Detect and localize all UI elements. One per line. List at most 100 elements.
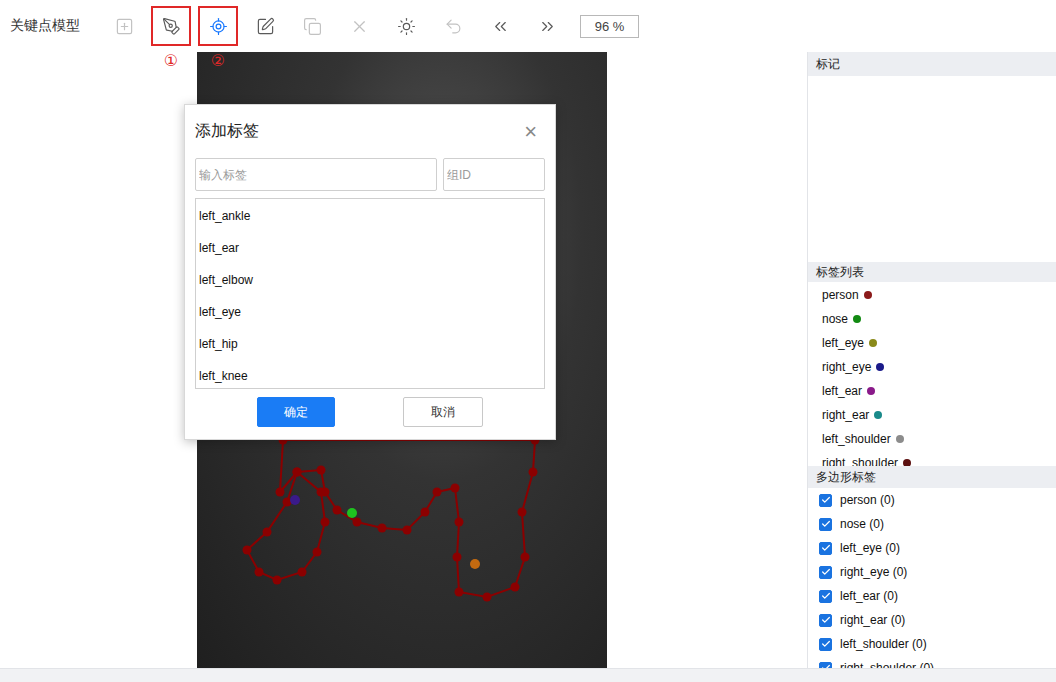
dialog-header: 添加标签× (195, 105, 545, 158)
polygon-point[interactable] (353, 518, 362, 527)
crosshair-icon (209, 17, 228, 36)
polygon-point[interactable] (243, 546, 252, 555)
label-item[interactable]: right_ear (822, 403, 1056, 427)
check-icon (821, 519, 831, 529)
label-item[interactable]: right_eye (822, 355, 1056, 379)
polygon-point[interactable] (455, 588, 464, 597)
label-option[interactable]: left_elbow (196, 264, 544, 296)
polygon-point[interactable] (321, 518, 330, 527)
model-title: 关键点模型 (10, 17, 80, 35)
checkbox[interactable] (819, 566, 832, 579)
label-options: left_ankleleft_earleft_elbowleft_eyeleft… (195, 198, 545, 389)
label-item[interactable]: nose (822, 307, 1056, 331)
label-input[interactable] (195, 158, 437, 191)
polygon-label-row[interactable]: person (0) (819, 488, 1056, 512)
person-polygon[interactable] (280, 440, 535, 597)
label-option[interactable]: left_hip (196, 328, 544, 360)
tool-button[interactable] (527, 6, 567, 46)
checkbox[interactable] (819, 614, 832, 627)
side-panel: 标记标签列表personnoseleft_eyeright_eyeleft_ea… (807, 52, 1056, 668)
tool-button[interactable] (386, 6, 426, 46)
label-list: personnoseleft_eyeright_eyeleft_earright… (808, 282, 1056, 466)
label-item[interactable]: right_shoulder (822, 451, 1056, 466)
polygon-point[interactable] (298, 568, 307, 577)
polygon-point[interactable] (263, 528, 272, 537)
label-color-dot (876, 363, 884, 371)
polygon-label-row[interactable]: right_ear (0) (819, 608, 1056, 632)
keypoint[interactable] (470, 559, 480, 569)
tool-button[interactable]: ② (198, 6, 238, 46)
checkbox[interactable] (819, 518, 832, 531)
tool-button[interactable] (245, 6, 285, 46)
polygon-label-row[interactable]: right_shoulder (0) (819, 656, 1056, 668)
close-button[interactable]: × (516, 121, 545, 143)
check-icon (821, 639, 831, 649)
check-icon (821, 591, 831, 601)
polygon-point[interactable] (433, 488, 442, 497)
tool-button[interactable] (104, 6, 144, 46)
polygon-point[interactable] (333, 506, 342, 515)
add-label-dialog: 添加标签× left_ankleleft_earleft_elbowleft_ey… (184, 104, 556, 440)
checkbox[interactable] (819, 590, 832, 603)
cancel-button[interactable]: 取消 (403, 397, 483, 427)
tool-button[interactable] (480, 6, 520, 46)
canvas[interactable]: 添加标签× left_ankleleft_earleft_elbowleft_ey… (0, 52, 807, 668)
polygon-point[interactable] (317, 488, 326, 497)
label-item[interactable]: left_eye (822, 331, 1056, 355)
polygon-label-row[interactable]: left_shoulder (0) (819, 632, 1056, 656)
polygon-point[interactable] (273, 576, 282, 585)
keypoint[interactable] (290, 495, 300, 505)
polygon-labels-header: 多边形标签 (808, 466, 1056, 488)
label-option[interactable]: left_eye (196, 296, 544, 328)
zoom-field[interactable]: 96 % (580, 15, 639, 38)
checkbox[interactable] (819, 542, 832, 555)
polygon-point[interactable] (518, 508, 527, 517)
previous-icon (491, 17, 510, 36)
group-id-input[interactable] (443, 158, 545, 191)
polygon-label-row[interactable]: nose (0) (819, 512, 1056, 536)
polygon-label-row[interactable]: right_eye (0) (819, 560, 1056, 584)
keypoint[interactable] (347, 508, 357, 518)
polygon-point[interactable] (293, 468, 302, 477)
label-color-dot (869, 339, 877, 347)
polygon-label-row[interactable]: left_ear (0) (819, 584, 1056, 608)
tool-button[interactable] (292, 6, 332, 46)
toolbar: 关键点模型 ①② 96 % (0, 0, 1056, 52)
checkbox[interactable] (819, 638, 832, 651)
polygon-point[interactable] (293, 468, 302, 477)
tool-button[interactable] (433, 6, 473, 46)
polygon-point[interactable] (255, 568, 264, 577)
polygon-point[interactable] (276, 488, 285, 497)
label-color-dot (874, 411, 882, 419)
polygon-point[interactable] (511, 583, 520, 592)
checkbox[interactable] (819, 494, 832, 507)
polygon-point[interactable] (453, 553, 462, 562)
polygon-point[interactable] (529, 468, 538, 477)
tool-button[interactable]: ① (151, 6, 191, 46)
input-row (195, 158, 545, 191)
label-color-dot (853, 315, 861, 323)
polygon-point[interactable] (451, 484, 460, 493)
app-window: 关键点模型①②96 %添加标签×left_ankleleft_earleft_e… (0, 0, 1056, 682)
label-option[interactable]: left_ear (196, 232, 544, 264)
polygon-point[interactable] (317, 466, 326, 475)
label-item[interactable]: left_ear (822, 379, 1056, 403)
polygon-point[interactable] (421, 508, 430, 517)
label-item[interactable]: person (822, 283, 1056, 307)
polygon-label-row[interactable]: left_eye (0) (819, 536, 1056, 560)
pen-icon (162, 17, 181, 36)
polygon-point[interactable] (378, 524, 387, 533)
hand-polygon[interactable] (247, 472, 325, 580)
label-option[interactable]: left_knee (196, 360, 544, 389)
marks-header: 标记 (808, 52, 1056, 76)
tool-button[interactable] (339, 6, 379, 46)
polygon-point[interactable] (313, 548, 322, 557)
polygon-point[interactable] (483, 593, 492, 602)
polygon-point[interactable] (455, 518, 464, 527)
add-icon (115, 17, 134, 36)
polygon-point[interactable] (521, 553, 530, 562)
label-item[interactable]: left_shoulder (822, 427, 1056, 451)
confirm-button[interactable]: 确定 (257, 397, 335, 427)
label-option[interactable]: left_ankle (196, 200, 544, 232)
polygon-point[interactable] (403, 526, 412, 535)
